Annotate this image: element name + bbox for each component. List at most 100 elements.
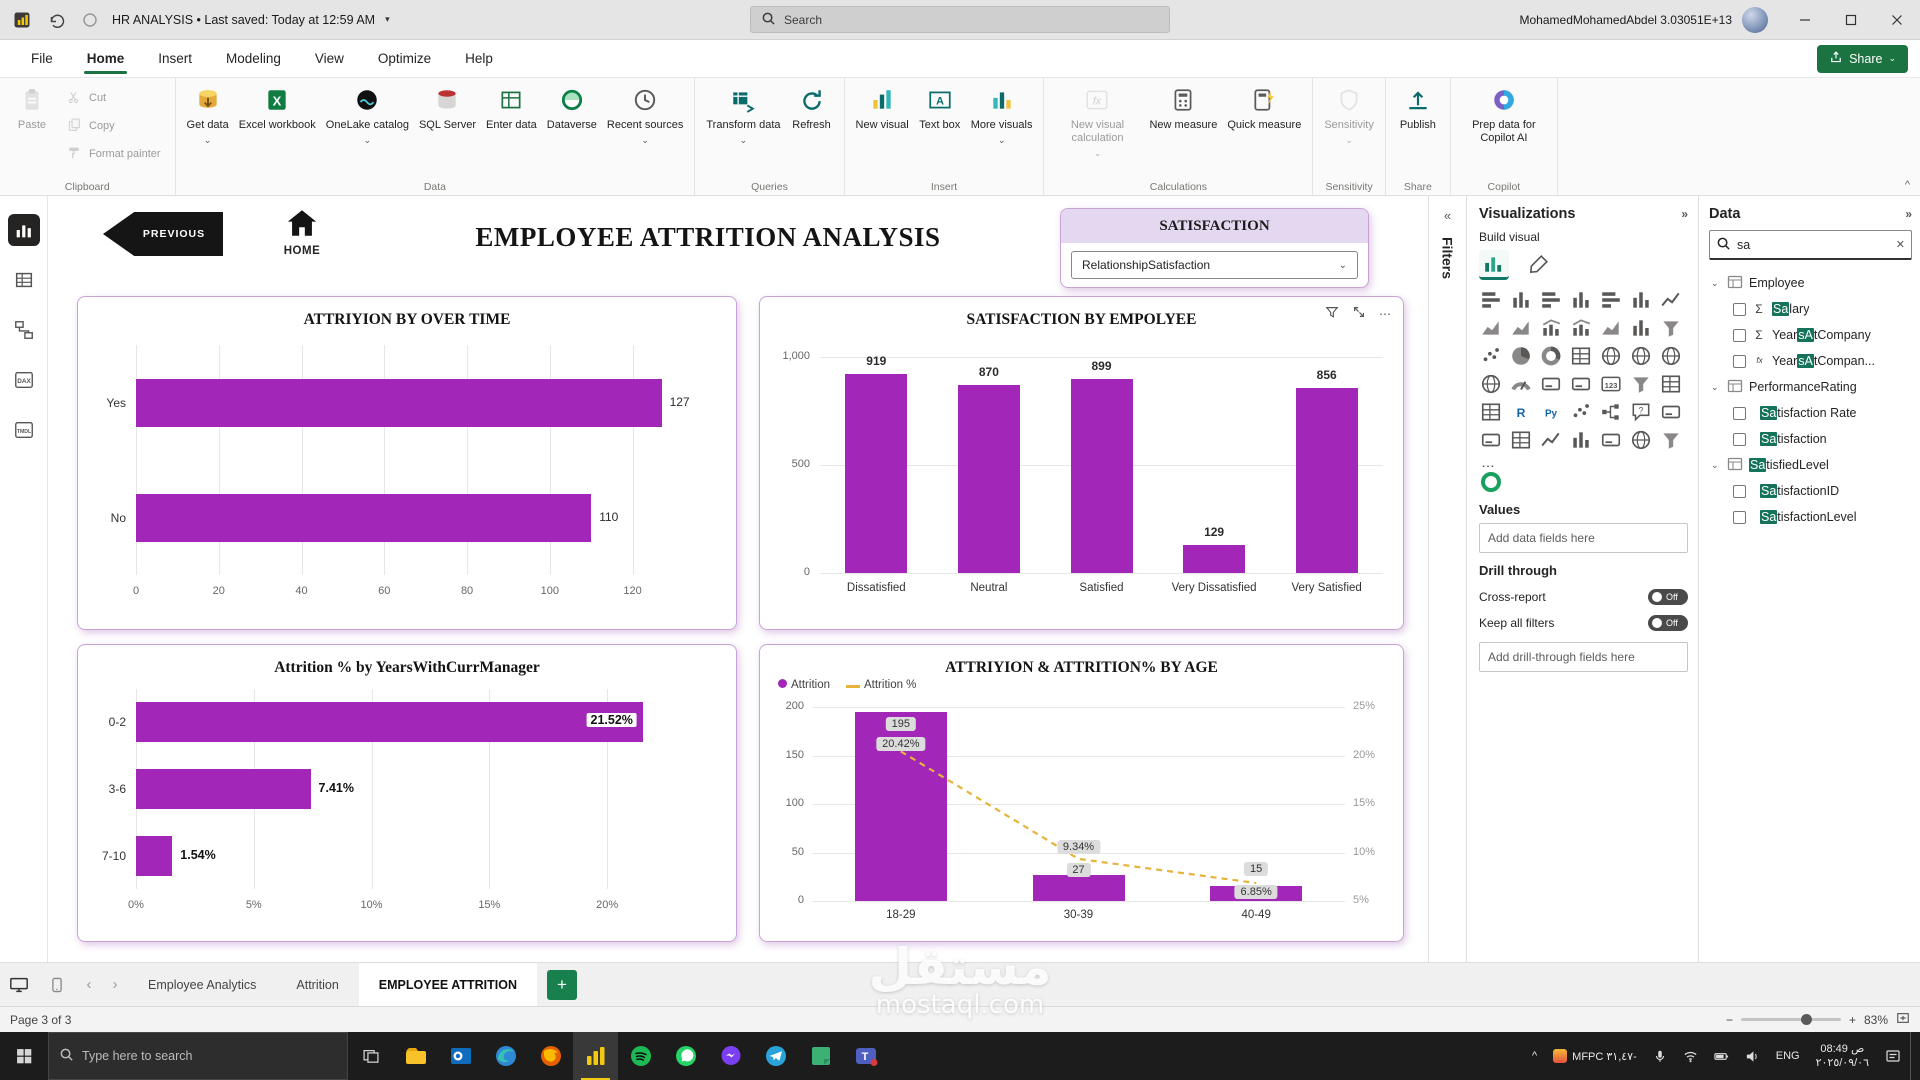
- edge-taskbar-icon[interactable]: [483, 1032, 528, 1080]
- fit-to-page-icon[interactable]: [1896, 1011, 1910, 1028]
- field-checkbox[interactable]: [1733, 432, 1746, 446]
- field-checkbox[interactable]: [1733, 328, 1746, 342]
- build-visual-icon[interactable]: [1479, 250, 1509, 280]
- visual-type-clustered-bar-chart-icon[interactable]: [1539, 288, 1563, 312]
- visual-type-100-stacked-bar-chart-icon[interactable]: [1599, 288, 1623, 312]
- collapse-data-panel-icon[interactable]: »: [1905, 207, 1912, 221]
- visual-type-python-visual-icon[interactable]: Py: [1539, 400, 1563, 424]
- visual-type-matrix-icon[interactable]: [1479, 400, 1503, 424]
- page-tab-attrition[interactable]: Attrition: [276, 963, 358, 1006]
- visual-type-kpi-icon[interactable]: 123: [1599, 372, 1623, 396]
- menu-item-insert[interactable]: Insert: [141, 40, 209, 77]
- data-table-row[interactable]: ⌄ SatisfiedLevel: [1709, 452, 1912, 478]
- menu-item-optimize[interactable]: Optimize: [361, 40, 448, 77]
- bar-dissatisfied[interactable]: [845, 374, 908, 573]
- focus-mode-icon[interactable]: [1352, 305, 1366, 322]
- format-visual-icon[interactable]: [1523, 250, 1553, 280]
- visual-type-line-and-stacked-column-chart-icon[interactable]: [1539, 316, 1563, 340]
- ribbon-text-box-button[interactable]: A Text box: [914, 82, 966, 170]
- visual-type-smart-narrative-icon[interactable]: [1659, 400, 1683, 424]
- ribbon-transform-data-button[interactable]: Transform data ⌄: [701, 82, 785, 170]
- field-checkbox[interactable]: [1733, 510, 1746, 524]
- ribbon-onelake-catalog-button[interactable]: OneLake catalog ⌄: [321, 82, 414, 170]
- more-visual-types-icon[interactable]: …: [1481, 454, 1688, 470]
- clock[interactable]: 08:49 ص ٢٠٢٥/٠٩/٠٦: [1809, 1032, 1876, 1080]
- visual-type-filled-map-icon[interactable]: [1629, 344, 1653, 368]
- page-tab-employee-attrition[interactable]: EMPLOYEE ATTRITION: [358, 963, 537, 1006]
- share-button[interactable]: Share ⌄: [1817, 44, 1908, 73]
- teams-taskbar-icon[interactable]: T: [843, 1032, 888, 1080]
- add-data-fields-well[interactable]: Add data fields here: [1479, 523, 1688, 553]
- visual-type-pinned-visual-icon[interactable]: [1599, 428, 1623, 452]
- ribbon-recent-sources-button[interactable]: Recent sources ⌄: [602, 82, 688, 170]
- stock-ticker[interactable]: MFPC ٣١,٤٧-: [1546, 1032, 1644, 1080]
- visual-type-r-script-visual-icon[interactable]: R: [1509, 400, 1533, 424]
- show-desktop-button[interactable]: [1910, 1032, 1916, 1080]
- visual-type-scatter-chart-icon[interactable]: [1479, 344, 1503, 368]
- bar-3-6[interactable]: [136, 769, 311, 809]
- data-field-row[interactable]: Σ YearsAtCompany: [1709, 322, 1912, 348]
- keep-all-filters-toggle[interactable]: Off: [1648, 615, 1688, 631]
- messenger-taskbar-icon[interactable]: [708, 1032, 753, 1080]
- titlebar-search[interactable]: Search: [750, 6, 1170, 33]
- new-page-button[interactable]: +: [546, 969, 577, 1000]
- redo-icon[interactable]: [78, 8, 102, 32]
- data-field-row[interactable]: Satisfaction Rate: [1709, 400, 1912, 426]
- bar-no[interactable]: [136, 493, 592, 542]
- ribbon-copy-button[interactable]: Copy: [58, 114, 169, 138]
- visual-type-line-chart-icon[interactable]: [1659, 288, 1683, 312]
- data-search-input[interactable]: [1737, 237, 1890, 252]
- bar-very-dissatisfied[interactable]: [1183, 545, 1246, 573]
- microphone-icon[interactable]: [1646, 1032, 1674, 1080]
- filters-label[interactable]: Filters: [1440, 237, 1456, 279]
- chart-card-attrition-overtime[interactable]: ATTRIYION BY OVER TIME 0 20 40 60 80 100 120 Ye…: [77, 296, 737, 630]
- custom-visual-icon[interactable]: [1481, 472, 1501, 492]
- data-field-row[interactable]: SatisfactionLevel: [1709, 504, 1912, 530]
- field-checkbox[interactable]: [1733, 354, 1746, 368]
- mobile-layout-icon[interactable]: [38, 963, 76, 1006]
- model-view-button[interactable]: [8, 314, 40, 346]
- ribbon-format-painter-button[interactable]: Format painter: [58, 142, 169, 166]
- visual-type-gauge-icon[interactable]: [1509, 372, 1533, 396]
- data-field-row[interactable]: Σ Salary: [1709, 296, 1912, 322]
- menu-item-file[interactable]: File: [14, 40, 70, 77]
- bar-0-2[interactable]: [136, 702, 643, 743]
- visual-type-power-apps-visual-icon[interactable]: [1509, 428, 1533, 452]
- menu-item-help[interactable]: Help: [448, 40, 510, 77]
- visual-type-waterfall-chart-icon[interactable]: [1629, 316, 1653, 340]
- chart-card-attrition-by-age[interactable]: ATTRIYION & ATTRITION% BY AGE 0 50 100 150 2…: [759, 644, 1404, 942]
- previous-page-icon[interactable]: ‹: [76, 963, 102, 1006]
- ribbon-sql-server-button[interactable]: SQL Server: [414, 82, 481, 170]
- visual-type-button-slicer-icon[interactable]: [1659, 428, 1683, 452]
- close-button[interactable]: [1874, 0, 1920, 39]
- ribbon-refresh-button[interactable]: Refresh: [786, 82, 838, 170]
- visual-type-100-stacked-column-chart-icon[interactable]: [1629, 288, 1653, 312]
- visual-type-qna-visual-icon[interactable]: ?: [1629, 400, 1653, 424]
- battery-icon[interactable]: [1707, 1032, 1736, 1080]
- ribbon-cut-button[interactable]: Cut: [58, 86, 169, 110]
- visual-type-power-automate-visual-icon[interactable]: [1539, 428, 1563, 452]
- slicer-dropdown[interactable]: RelationshipSatisfaction ⌄: [1071, 251, 1358, 279]
- start-button[interactable]: [0, 1032, 48, 1080]
- more-options-icon[interactable]: ⋯: [1379, 307, 1391, 321]
- task-view-button[interactable]: [348, 1032, 393, 1080]
- visual-type-donut-chart-icon[interactable]: [1539, 344, 1563, 368]
- visual-type-stacked-area-chart-icon[interactable]: [1509, 316, 1533, 340]
- data-table-row[interactable]: ⌄ PerformanceRating: [1709, 374, 1912, 400]
- spotify-taskbar-icon[interactable]: [618, 1032, 663, 1080]
- data-field-row[interactable]: Satisfaction: [1709, 426, 1912, 452]
- ribbon-collapse-icon[interactable]: ^: [1905, 179, 1910, 191]
- add-drill-through-well[interactable]: Add drill-through fields here: [1479, 642, 1688, 672]
- notes-taskbar-icon[interactable]: [798, 1032, 843, 1080]
- notification-center-icon[interactable]: [1878, 1032, 1908, 1080]
- visual-type-line-and-clustered-column-chart-icon[interactable]: [1569, 316, 1593, 340]
- data-table-row[interactable]: ⌄ Employee: [1709, 270, 1912, 296]
- ribbon-new-measure-button[interactable]: New measure: [1144, 82, 1222, 170]
- visual-type-area-chart-icon[interactable]: [1479, 316, 1503, 340]
- firefox-taskbar-icon[interactable]: [528, 1032, 573, 1080]
- bar-7-10[interactable]: [136, 835, 173, 876]
- visual-type-table-icon[interactable]: [1659, 372, 1683, 396]
- avatar[interactable]: [1742, 6, 1768, 33]
- bar-yes[interactable]: [136, 378, 662, 427]
- visual-type-shape-map-icon[interactable]: [1659, 344, 1683, 368]
